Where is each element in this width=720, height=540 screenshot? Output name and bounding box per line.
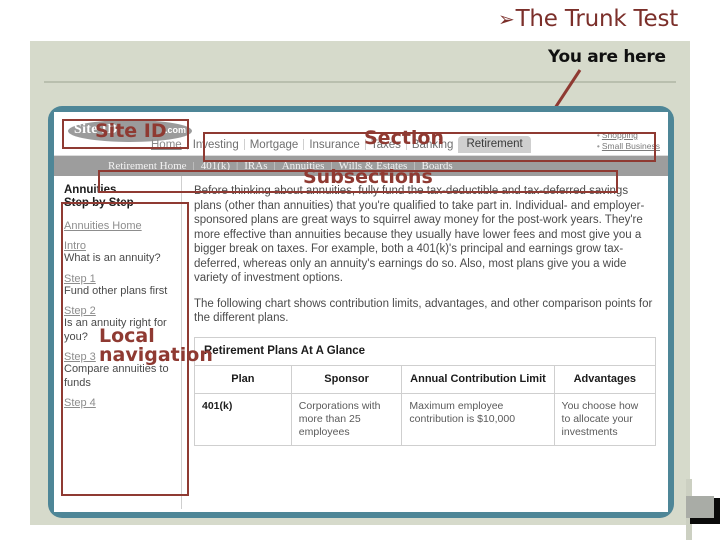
subsection-iras[interactable]: IRAs bbox=[238, 160, 273, 172]
table-header-advantages: Advantages bbox=[553, 364, 657, 394]
sidebar-item-annuities-home[interactable]: Annuities Home bbox=[64, 220, 173, 232]
table-header-plan: Plan bbox=[194, 364, 292, 394]
you-are-here-label: You are here bbox=[548, 47, 666, 67]
arrow-bullet-icon: ➢ bbox=[498, 7, 515, 31]
logo-suffix-text: .com bbox=[164, 125, 186, 135]
table-caption: Retirement Plans At A Glance bbox=[194, 336, 656, 366]
slide-title: ➢ The Trunk Test bbox=[498, 2, 720, 36]
primary-nav: Home Investing Mortgage Insurance Taxes … bbox=[146, 136, 531, 153]
utility-links: • Shopping • Small Business bbox=[597, 130, 660, 152]
nav-item-retirement[interactable]: Retirement bbox=[458, 136, 531, 153]
sidebar-heading-line1: Annuities bbox=[64, 184, 117, 196]
retirement-plans-table: Retirement Plans At A Glance Plan Sponso… bbox=[194, 336, 657, 446]
sidebar-heading-line2: Step by Step bbox=[64, 197, 134, 209]
annotation-label-section: Section bbox=[364, 127, 445, 149]
sidebar-desc-step1: Fund other plans first bbox=[64, 284, 168, 297]
utility-link-shopping[interactable]: • Shopping bbox=[597, 130, 660, 141]
cell-plan: 401(k) bbox=[194, 392, 292, 446]
table-row: 401(k) Corporations with more than 25 em… bbox=[194, 392, 657, 446]
table-header-limit: Annual Contribution Limit bbox=[401, 364, 555, 394]
annotation-label-local-navigation-line2: navigation bbox=[99, 344, 213, 366]
content-paragraph-2: The following chart shows contribution l… bbox=[194, 297, 653, 325]
content-paragraph-1: Before thinking about annuities, fully f… bbox=[194, 185, 645, 284]
sidebar-item-step2[interactable]: Step 2 bbox=[64, 305, 173, 317]
table-header-sponsor: Sponsor bbox=[290, 364, 403, 394]
nav-item-investing[interactable]: Investing bbox=[188, 139, 244, 151]
bottom-right-control[interactable] bbox=[686, 496, 714, 518]
subsection-retirement-home[interactable]: Retirement Home bbox=[102, 160, 193, 172]
annotation-label-local-navigation: Local navigation bbox=[99, 327, 213, 365]
annotation-label-site-id: Site ID bbox=[95, 120, 167, 142]
sidebar-heading: Annuities Step by Step bbox=[64, 184, 173, 210]
utility-link-shopping-label: Shopping bbox=[601, 130, 638, 140]
sidebar-item-intro[interactable]: Intro bbox=[64, 240, 173, 252]
slide-title-text: The Trunk Test bbox=[515, 6, 679, 32]
sidebar-item-step4[interactable]: Step 4 bbox=[64, 397, 173, 409]
annotation-label-subsections: Subsections bbox=[303, 166, 433, 188]
utility-link-small-business[interactable]: • Small Business bbox=[597, 141, 660, 152]
bullet-icon: • bbox=[596, 130, 600, 140]
bullet-icon: • bbox=[596, 141, 600, 151]
sidebar-desc-step3: Compare annuities to funds bbox=[64, 363, 169, 389]
cell-sponsor: Corporations with more than 25 employees bbox=[290, 392, 403, 446]
cell-limit: Maximum employee contribution is $10,000 bbox=[401, 392, 555, 446]
table-header-row: Plan Sponsor Annual Contribution Limit A… bbox=[194, 364, 657, 394]
slide-root: ➢ The Trunk Test You are here Site ID .c… bbox=[0, 0, 720, 540]
sidebar-desc-intro: What is an annuity? bbox=[64, 252, 161, 264]
sidebar-item-step1[interactable]: Step 1 bbox=[64, 273, 173, 285]
nav-item-insurance[interactable]: Insurance bbox=[304, 139, 365, 151]
utility-link-small-business-label: Small Business bbox=[601, 141, 660, 151]
table-caption-row: Retirement Plans At A Glance bbox=[194, 336, 656, 366]
main-content: Before thinking about annuities, fully f… bbox=[182, 176, 668, 509]
cell-advantages: You choose how to allocate your investme… bbox=[553, 392, 657, 446]
subsection-401k[interactable]: 401(k) bbox=[195, 160, 236, 172]
nav-item-mortgage[interactable]: Mortgage bbox=[245, 139, 304, 151]
